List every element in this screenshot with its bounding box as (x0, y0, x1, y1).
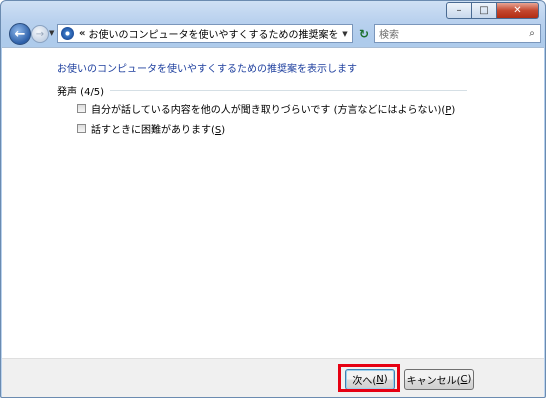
search-box[interactable]: 検索 ⌕ (374, 24, 541, 43)
recent-pages-dropdown[interactable]: ▼ (49, 29, 54, 37)
close-button[interactable]: ✕ (497, 2, 539, 19)
breadcrumb-chevron[interactable]: « (79, 28, 85, 39)
search-icon[interactable]: ⌕ (524, 28, 540, 39)
refresh-icon[interactable]: ↻ (356, 26, 372, 42)
address-bar[interactable]: « お使いのコンピュータを使いやすくするための推奨案を... ▼ (57, 24, 353, 43)
minimize-button[interactable]: – (446, 2, 472, 19)
address-text: お使いのコンピュータを使いやすくするための推奨案を... (88, 30, 338, 41)
back-arrow-icon: ← (14, 26, 26, 42)
caption-buttons: – □ ✕ (446, 2, 539, 19)
wizard-window: – □ ✕ ← → ▼ « お使いのコンピュータを使いやすくするための推奨案を.… (0, 0, 546, 398)
group-title: 発声 (4/5) (57, 87, 105, 98)
option-label: 話すときに困難があります(S) (91, 125, 226, 136)
option-hard-to-understand[interactable]: 自分が話している内容を他の人が聞き取りづらいです (方言などにはよらない)(P) (77, 101, 455, 116)
address-dropdown-icon[interactable]: ▼ (338, 30, 352, 38)
content-pane: お使いのコンピュータを使いやすくするための推奨案を表示します 発声 (4/5) … (2, 47, 544, 358)
control-panel-icon (61, 27, 74, 40)
highlight-box (338, 364, 400, 392)
page-heading: お使いのコンピュータを使いやすくするための推奨案を表示します (57, 64, 357, 75)
checkbox[interactable] (77, 104, 86, 113)
maximize-button[interactable]: □ (472, 2, 497, 19)
cancel-button[interactable]: キャンセル(C) (404, 369, 474, 390)
forward-arrow-icon: → (35, 28, 45, 40)
accelerator-key: C (460, 374, 468, 385)
forward-button[interactable]: → (31, 25, 49, 43)
option-label: 自分が話している内容を他の人が聞き取りづらいです (方言などにはよらない)(P) (91, 105, 456, 116)
button-bar: 次へ(N) キャンセル(C) (2, 358, 544, 397)
navigation-bar: ← → ▼ « お使いのコンピュータを使いやすくするための推奨案を... ▼ ↻… (1, 21, 545, 47)
group-header: 発声 (4/5) (57, 83, 467, 98)
group-divider (110, 90, 467, 91)
back-button[interactable]: ← (9, 23, 31, 45)
option-difficulty-speaking[interactable]: 話すときに困難があります(S) (77, 121, 225, 136)
search-input[interactable]: 検索 (379, 26, 524, 41)
checkbox[interactable] (77, 124, 86, 133)
